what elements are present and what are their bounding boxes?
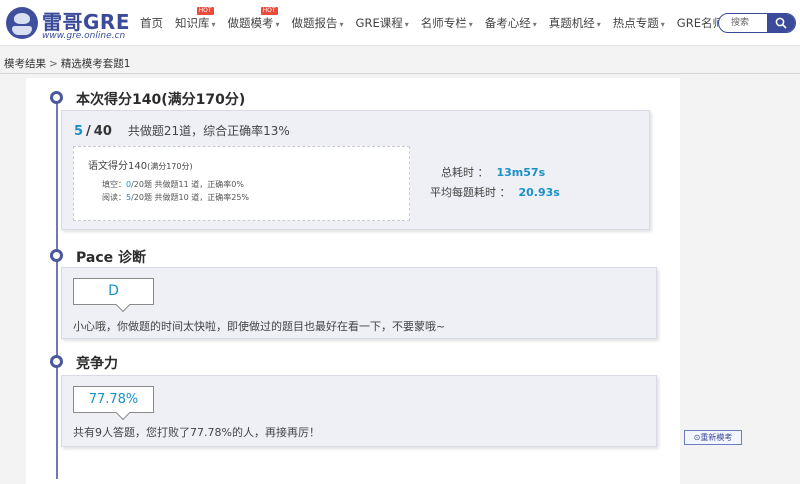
- compete-section-title: 竞争力: [76, 356, 118, 372]
- nav-item-label: 知识库: [175, 16, 210, 30]
- hot-badge: HOT: [260, 7, 278, 15]
- avg-time-row: 平均每题耗时 ： 20.93s: [430, 184, 560, 200]
- search-button[interactable]: [767, 14, 795, 32]
- fill-blank-stat: 填空：0/20题 共做题11 道，正确率0%: [102, 179, 244, 190]
- avg-time-value: 20.93s: [518, 186, 560, 199]
- breadcrumb-root[interactable]: 模考结果: [4, 58, 46, 70]
- chevron-down-icon: ▾: [404, 20, 409, 29]
- chevron-down-icon: ▾: [660, 20, 665, 29]
- total-time-value: 13m57s: [496, 166, 546, 179]
- nav-item-4[interactable]: GRE课程 ▾: [356, 15, 409, 31]
- reading-detail: /20题 共做题10 道，正确率25%: [131, 193, 250, 202]
- nav-item-label: 做题报告: [291, 16, 338, 30]
- breadcrumb-separator: >: [49, 58, 58, 70]
- nav-item-label: GRE名师: [676, 16, 724, 30]
- score-summary: 5/40 共做题21道，综合正确率13%: [74, 122, 290, 139]
- nav-item-6[interactable]: 备考心经 ▾: [485, 15, 537, 31]
- nav-item-9[interactable]: GRE名师: [677, 15, 724, 31]
- verbal-score-title-main: 语文得分140: [88, 161, 148, 172]
- timeline-dot-score: [50, 91, 63, 104]
- verbal-score-title: 语文得分140(满分170分): [88, 157, 193, 172]
- nav-item-3[interactable]: 做题报告 ▾: [292, 15, 344, 31]
- nav-item-label: 首页: [140, 16, 163, 30]
- logo-mascot-icon: [6, 7, 38, 39]
- chevron-down-icon: ▾: [532, 20, 537, 29]
- verbal-score-title-max: (满分170分): [147, 162, 193, 171]
- nav-item-label: 名师专栏: [420, 16, 467, 30]
- nav-item-label: 做题模考: [227, 16, 274, 30]
- breadcrumb: 模考结果 > 精选模考套题1: [4, 56, 131, 71]
- site-logo[interactable]: 雷哥GRE www.gre.online.cn: [6, 4, 136, 44]
- nav-item-8[interactable]: 热点专题 ▾: [613, 15, 665, 31]
- total-time-row: 总耗时 ： 13m57s: [441, 164, 545, 180]
- summary-text: 共做题21道，综合正确率13%: [127, 124, 290, 138]
- logo-url: www.gre.online.cn: [42, 31, 126, 41]
- nav-item-label: 备考心经: [484, 16, 531, 30]
- chevron-down-icon: ▾: [339, 20, 344, 29]
- avg-time-label: 平均每题耗时 ：: [430, 186, 511, 199]
- chevron-down-icon: ▾: [468, 20, 473, 29]
- nav-item-0[interactable]: 首页: [140, 15, 163, 31]
- verbal-score-box: 语文得分140(满分170分) 填空：0/20题 共做题11 道，正确率0% 阅…: [73, 146, 410, 221]
- nav-item-2[interactable]: 做题模考 ▾ HOT: [227, 7, 280, 31]
- search-icon: [775, 17, 787, 29]
- nav-item-label: 真题机经: [548, 16, 595, 30]
- pace-section-title: Pace 诊断: [76, 250, 146, 266]
- total-time-label: 总耗时 ：: [441, 166, 489, 179]
- chevron-down-icon: ▾: [596, 20, 601, 29]
- hot-badge: HOT: [196, 7, 214, 15]
- search-input[interactable]: [719, 14, 769, 32]
- correct-count: 5: [74, 124, 84, 139]
- chevron-down-icon: ▾: [275, 20, 280, 29]
- chevron-down-icon: ▾: [211, 20, 216, 29]
- pace-message: 小心哦，你做题的时间太快啦，即使做过的题目也最好在看一下，不要蒙哦~: [73, 320, 446, 333]
- pace-grade-bubble: D: [73, 278, 154, 305]
- compete-percent: 77.78%: [88, 392, 139, 407]
- fill-blank-label: 填空：: [102, 180, 126, 189]
- nav-item-label: GRE课程: [355, 16, 403, 30]
- nav-item-1[interactable]: 知识库 ▾ HOT: [175, 7, 216, 31]
- breadcrumb-current: 精选模考套题1: [60, 58, 131, 70]
- nav-item-5[interactable]: 名师专栏 ▾: [421, 15, 473, 31]
- main-nav: 首页 知识库 ▾ HOT 做题模考 ▾ HOT 做题报告 ▾ GRE课程 ▾ 名师专栏 ▾ 备考心经 ▾ 真题…: [140, 0, 736, 46]
- retake-exam-button[interactable]: ⊙重新模考: [684, 430, 742, 445]
- breadcrumb-divider: [0, 73, 800, 74]
- score-slash: /: [86, 124, 91, 139]
- reading-stat: 阅读：5/20题 共做题10 道，正确率25%: [102, 192, 249, 203]
- timeline-line: [56, 103, 58, 479]
- compete-message: 共有9人答题，您打败了77.78%的人，再接再厉！: [73, 426, 320, 439]
- fill-blank-detail: /20题 共做题11 道，正确率0%: [131, 180, 244, 189]
- score-section-title: 本次得分140(满分170分): [76, 92, 246, 108]
- timeline-dot-pace: [50, 249, 63, 262]
- search-box: [718, 13, 796, 33]
- timeline-dot-compete: [50, 355, 63, 368]
- compete-percent-bubble: 77.78%: [73, 386, 154, 413]
- total-count: 40: [93, 124, 112, 139]
- nav-item-label: 热点专题: [612, 16, 659, 30]
- nav-item-7[interactable]: 真题机经 ▾: [549, 15, 601, 31]
- pace-grade: D: [108, 283, 119, 299]
- site-header: 雷哥GRE www.gre.online.cn 首页 知识库 ▾ HOT 做题模考 ▾ HO…: [0, 0, 800, 46]
- reading-label: 阅读：: [102, 193, 126, 202]
